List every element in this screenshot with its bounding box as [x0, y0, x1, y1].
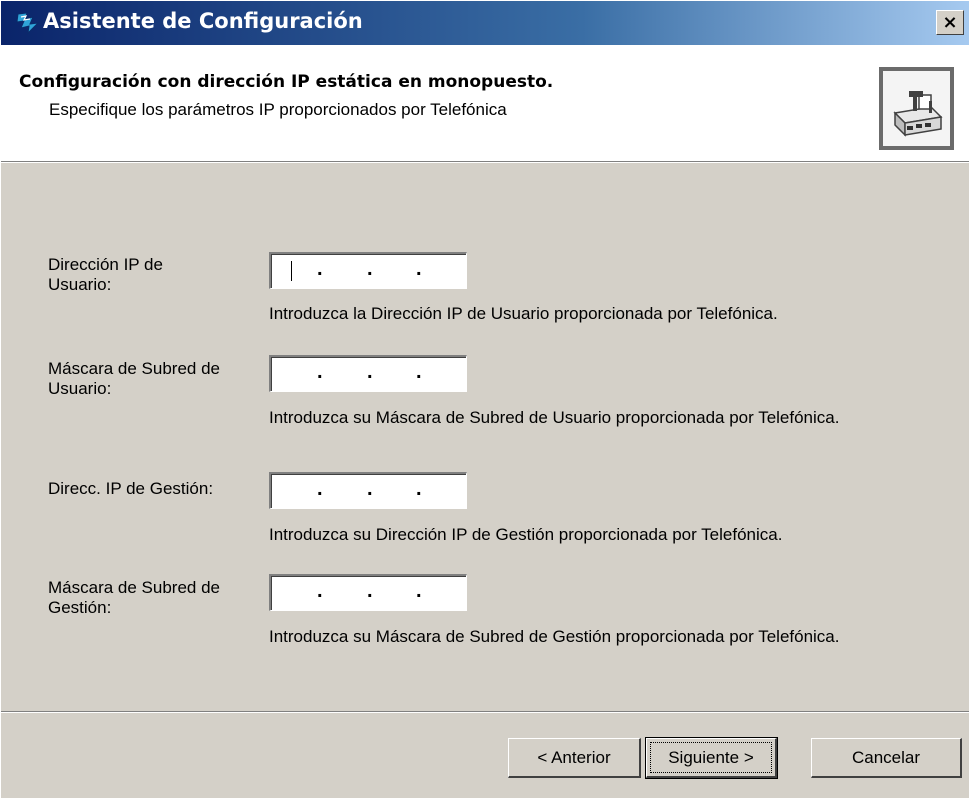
mgmt-ip-label: Direcc. IP de Gestión:: [48, 479, 214, 498]
back-button[interactable]: < Anterior: [508, 738, 641, 778]
user-subnet-input[interactable]: . . .: [269, 355, 467, 392]
ip-separator: .: [416, 478, 422, 500]
ip-separator: .: [416, 580, 422, 602]
user-subnet-hint: Introduzca su Máscara de Subred de Usuar…: [269, 408, 840, 427]
ip-separator: .: [367, 361, 373, 383]
ip-separator: .: [317, 478, 323, 500]
mgmt-subnet-label: Máscara de Subred de Gestión:: [48, 578, 220, 617]
mgmt-subnet-hint: Introduzca su Máscara de Subred de Gesti…: [269, 627, 840, 646]
user-ip-input[interactable]: . . .: [269, 252, 467, 289]
mgmt-ip-hint: Introduzca su Dirección IP de Gestión pr…: [269, 525, 783, 544]
text-cursor: [291, 261, 292, 281]
user-ip-hint: Introduzca la Dirección IP de Usuario pr…: [269, 304, 778, 323]
title-bar[interactable]: Asistente de Configuración ×: [1, 1, 969, 45]
mgmt-subnet-input[interactable]: . . .: [269, 574, 467, 611]
page-title: Configuración con dirección IP estática …: [19, 72, 554, 92]
ip-separator: .: [317, 580, 323, 602]
close-button[interactable]: ×: [936, 10, 964, 35]
ip-separator: .: [317, 361, 323, 383]
mgmt-ip-input[interactable]: . . .: [269, 472, 467, 509]
footer-divider-highlight: [1, 712, 969, 713]
next-button[interactable]: Siguiente >: [645, 737, 778, 779]
wizard-header: Configuración con dirección IP estática …: [1, 45, 969, 162]
network-device-icon: [879, 67, 954, 150]
ip-separator: .: [416, 361, 422, 383]
window-title: Asistente de Configuración: [43, 9, 363, 33]
ip-separator: .: [367, 580, 373, 602]
ip-separator: .: [367, 478, 373, 500]
cancel-button[interactable]: Cancelar: [811, 738, 962, 778]
ip-separator: .: [416, 258, 422, 280]
ip-separator: .: [367, 258, 373, 280]
wizard-app-icon: [16, 12, 40, 35]
page-subtitle: Especifique los parámetros IP proporcion…: [49, 100, 507, 119]
user-ip-label: Dirección IP de Usuario:: [48, 255, 163, 294]
ip-separator: .: [317, 258, 323, 280]
wizard-window: Asistente de Configuración × Configuraci…: [0, 0, 969, 798]
close-icon: ×: [942, 12, 958, 33]
user-subnet-label: Máscara de Subred de Usuario:: [48, 359, 220, 398]
